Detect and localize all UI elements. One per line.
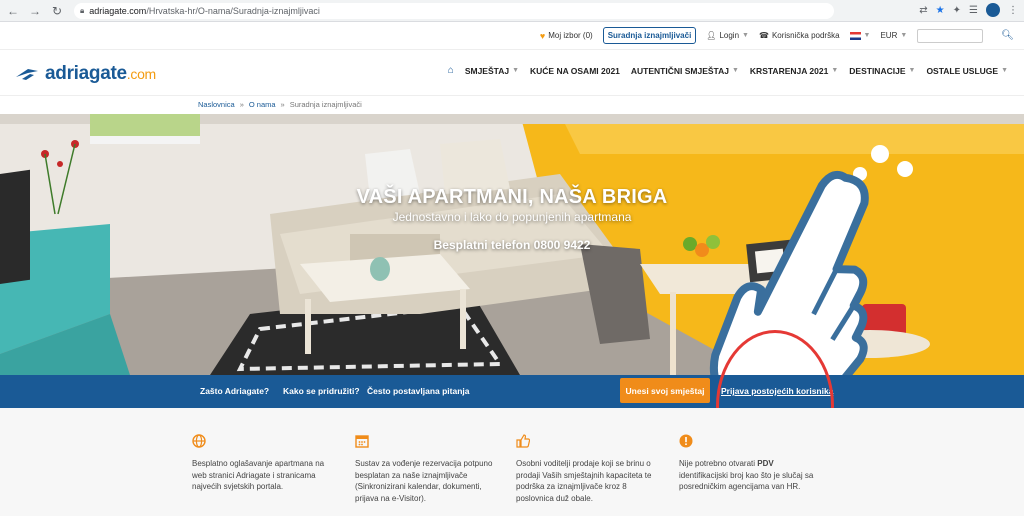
feature-no-vat: Nije potrebno otvarati PDV identifikacij…	[679, 434, 819, 493]
logo-mark-icon	[16, 69, 38, 80]
site-header: adriagate.com ⌂ SMJEŠTAJ ▼ KUĆE NA OSAMI …	[0, 50, 1024, 96]
url-host: adriagate.com	[89, 5, 147, 16]
hero-phone: Besplatni telefon 0800 9422	[433, 238, 591, 252]
chevron-down-icon: ▼	[900, 32, 908, 39]
browser-toolbar: ← → ↻ 🔒︎ adriagate.com /Hrvatska-hr/O-na…	[0, 0, 1024, 22]
language-selector[interactable]: ▼	[849, 31, 871, 40]
feature-booking-system: Sustav za vođenje rezervacija potpuno be…	[355, 434, 495, 504]
tab-faq[interactable]: Često postavljana pitanja	[367, 386, 470, 396]
partner-button[interactable]: Suradnja iznajmljivači	[602, 27, 697, 44]
reload-icon[interactable]: ↻	[48, 2, 66, 20]
url-path: /Hrvatska-hr/O-nama/Suradnja-iznajmljiva…	[146, 5, 320, 16]
chevron-down-icon: ▼	[731, 67, 739, 74]
search-icon[interactable]: 🔍︎	[1001, 30, 1014, 41]
tab-why-adriagate[interactable]: Zašto Adriagate?	[200, 386, 269, 396]
back-arrow-icon[interactable]: ←	[4, 2, 22, 20]
nav-kuce-na-osami[interactable]: KUĆE NA OSAMI 2021	[530, 66, 620, 76]
currency-label: EUR	[880, 31, 898, 40]
forward-arrow-icon[interactable]: →	[26, 2, 44, 20]
add-accommodation-button[interactable]: Unesi svoj smještaj	[620, 378, 710, 403]
chevron-down-icon: ▼	[742, 32, 749, 39]
breadcrumb-separator: »	[239, 100, 244, 109]
feature-free-advertising: Besplatno oglašavanje apartmana na web s…	[192, 434, 332, 493]
globe-icon	[192, 434, 332, 450]
support-link[interactable]: ☎ Korisnička podrška	[759, 31, 840, 40]
utility-bar: ♥ Moj izbor (0) Suradnja iznajmljivači 👤…	[0, 22, 1024, 50]
logo-text: adriagate.com	[45, 63, 156, 84]
phone-icon: ☎	[758, 31, 769, 40]
chevron-down-icon: ▼	[863, 32, 871, 39]
support-label: Korisnička podrška	[771, 31, 840, 40]
translate-icon[interactable]: ⇄	[919, 5, 927, 16]
login-dropdown[interactable]: 👤︎ Login ▼	[706, 31, 749, 40]
favorites-link[interactable]: ♥ Moj izbor (0)	[540, 31, 593, 41]
feature-text: Osobni voditelji prodaje koji se brinu o…	[516, 459, 652, 503]
heart-icon: ♥	[539, 30, 546, 41]
calendar-icon	[355, 434, 495, 450]
chevron-down-icon: ▼	[908, 67, 916, 74]
reading-list-icon[interactable]: ☰	[969, 5, 978, 16]
feature-text: Nije potrebno otvarati PDV identifikacij…	[679, 459, 814, 491]
nav-smjestaj[interactable]: SMJEŠTAJ ▼	[465, 66, 519, 76]
croatia-flag-icon	[849, 31, 861, 40]
features-section: Besplatno oglašavanje apartmana na web s…	[0, 408, 1024, 516]
main-nav: ⌂ SMJEŠTAJ ▼ KUĆE NA OSAMI 2021 AUTENTIČN…	[448, 65, 1008, 76]
nav-autenticni-smjestaj[interactable]: AUTENTIČNI SMJEŠTAJ ▼	[631, 66, 739, 76]
favorites-label: Moj izbor (0)	[548, 31, 593, 40]
search-input[interactable]	[917, 28, 984, 43]
breadcrumb-separator: »	[280, 100, 285, 109]
nav-ostale-usluge[interactable]: OSTALE USLUGE ▼	[926, 66, 1008, 76]
logo[interactable]: adriagate.com	[14, 63, 156, 85]
hero-banner: VAŠI APARTMANI, NAŠA BRIGA Jednostavno i…	[0, 114, 1024, 375]
breadcrumb-current: Suradnja iznajmljivači	[289, 100, 362, 109]
feature-text: Besplatno oglašavanje apartmana na web s…	[192, 459, 325, 491]
nav-destinacije[interactable]: DESTINACIJE ▼	[849, 66, 915, 76]
user-icon: 👤︎	[706, 31, 717, 40]
breadcrumb: Naslovnica » O nama » Suradnja iznajmlji…	[198, 100, 362, 109]
thumbs-up-icon	[516, 434, 656, 450]
chevron-down-icon: ▼	[1001, 67, 1008, 74]
hero-subtitle: Jednostavno i lako do popunjenih apartma…	[392, 210, 632, 224]
extensions-icon[interactable]: ✦	[953, 5, 961, 16]
home-icon[interactable]: ⌂	[448, 65, 454, 76]
nav-krstarenja[interactable]: KRSTARENJA 2021 ▼	[750, 66, 838, 76]
bookmark-star-icon[interactable]: ★	[936, 5, 945, 16]
tab-how-to-join[interactable]: Kako se pridružiti?	[283, 386, 360, 396]
breadcrumb-about[interactable]: O nama	[249, 100, 276, 109]
alert-icon	[679, 434, 819, 450]
chevron-down-icon: ▼	[831, 67, 839, 74]
hero-title: VAŠI APARTMANI, NAŠA BRIGA	[356, 186, 668, 208]
currency-selector[interactable]: EUR ▼	[880, 31, 907, 40]
section-tab-bar: Zašto Adriagate? Kako se pridružiti? Čes…	[0, 375, 1024, 408]
lock-icon: 🔒︎	[80, 5, 85, 15]
address-bar[interactable]: 🔒︎ adriagate.com /Hrvatska-hr/O-nama/Sur…	[74, 2, 834, 19]
chevron-down-icon: ▼	[512, 67, 519, 74]
login-label: Login	[719, 31, 740, 40]
breadcrumb-home[interactable]: Naslovnica	[198, 100, 235, 109]
profile-avatar[interactable]	[986, 3, 1000, 17]
menu-dots-icon[interactable]: ⋮	[1008, 5, 1018, 16]
feature-sales-managers: Osobni voditelji prodaje koji se brinu o…	[516, 434, 656, 504]
feature-text: Sustav za vođenje rezervacija potpuno be…	[355, 459, 493, 503]
